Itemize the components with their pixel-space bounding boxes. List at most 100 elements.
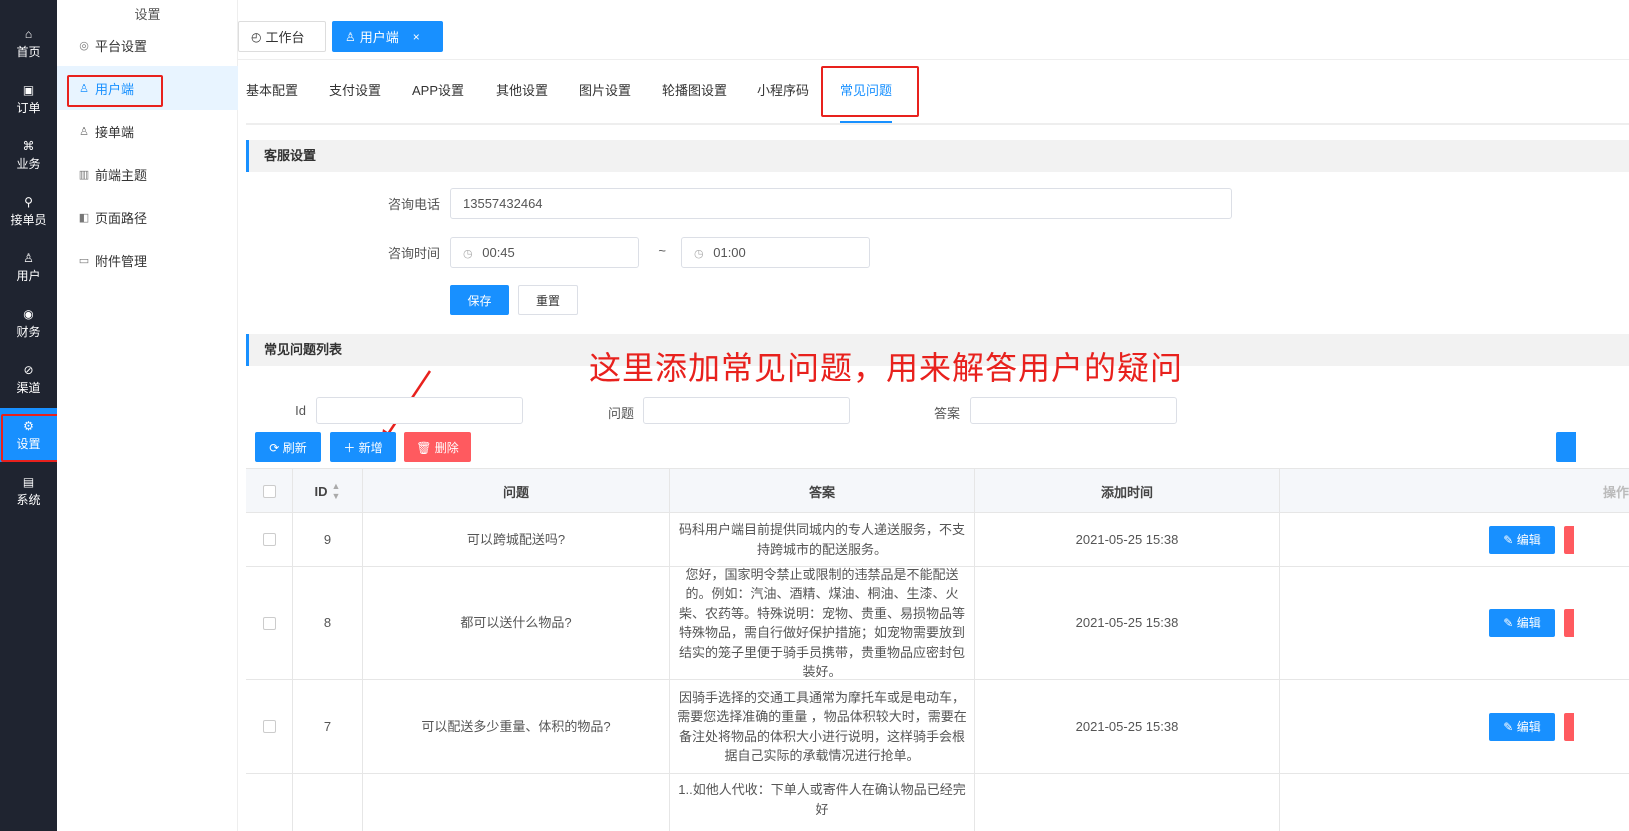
table-row: 8 都可以送什么物品? 您好，国家明令禁止或限制的违禁品是不能配送的。例如：汽油… (246, 567, 1629, 680)
tab-faq[interactable]: 常见问题 (840, 80, 893, 123)
business-icon: ⌘ (22, 138, 35, 153)
row-select-cell[interactable] (246, 567, 293, 679)
filter-question-input[interactable] (643, 397, 850, 424)
service-section-title: 客服设置 (246, 140, 1629, 172)
filter-id-input[interactable] (316, 397, 523, 424)
tab-image[interactable]: 图片设置 (579, 80, 631, 123)
cell-time: 2021-05-25 15:38 (975, 513, 1280, 566)
row-select-cell[interactable] (246, 680, 293, 773)
subnav-item-rider-client[interactable]: ♙ 接单端 (57, 109, 238, 153)
row-checkbox[interactable] (262, 533, 276, 546)
close-icon[interactable]: × (413, 30, 420, 44)
cell-id (293, 774, 363, 831)
nav-item-business[interactable]: ⌘ 业务 (0, 128, 57, 182)
sort-icon[interactable]: ▲ ▼ (332, 481, 341, 501)
home-icon: ⌂ (24, 26, 33, 41)
archive-icon: ▭ (78, 254, 90, 267)
edit-button[interactable]: ✎ 编辑 (1489, 526, 1555, 554)
edit-icon: ✎ (1503, 533, 1517, 547)
cell-answer: 因骑手选择的交通工具通常为摩托车或是电动车，需要您选择准确的重量 ，物品体积较大… (670, 680, 975, 773)
save-button[interactable]: 保存 (450, 285, 509, 315)
time-start-field[interactable]: ◷ 00:45 (450, 237, 639, 268)
column-header-ops: 操作 (1602, 484, 1629, 500)
refresh-icon: ⟳ (269, 441, 283, 455)
page-tabs-bar: ◴ 工作台 ♙ 用户端 × (238, 14, 1629, 60)
add-label: 新增 (358, 441, 383, 455)
dashboard-icon: ◴ (251, 29, 262, 44)
refresh-button[interactable]: ⟳ 刷新 (255, 432, 321, 462)
tab-label: 工作台 (265, 30, 305, 45)
nav-item-settings[interactable]: ⚙ 设置 (0, 408, 57, 462)
nav-item-users[interactable]: ♙ 用户 (0, 240, 57, 294)
gear-icon: ◎ (79, 39, 89, 52)
tab-workbench[interactable]: ◴ 工作台 (238, 21, 326, 52)
subnav-item-theme[interactable]: ▥ 前端主题 (57, 152, 238, 196)
user-icon: ♙ (23, 250, 34, 265)
edit-button[interactable]: ✎ 编辑 (1489, 609, 1555, 637)
table-row: 7 可以配送多少重量、体积的物品? 因骑手选择的交通工具通常为摩托车或是电动车，… (246, 680, 1629, 774)
cell-question: 可以配送多少重量、体积的物品? (363, 680, 670, 773)
tab-carousel[interactable]: 轮播图设置 (662, 80, 727, 123)
subnav-title: 设置 (134, 7, 161, 22)
column-header-id[interactable]: ID ▲ ▼ (293, 469, 363, 513)
nav-label: 财务 (16, 324, 41, 339)
reset-button[interactable]: 重置 (518, 285, 578, 315)
edit-icon: ✎ (1503, 616, 1517, 630)
row-select-cell[interactable] (246, 774, 293, 831)
tab-user-client[interactable]: ♙ 用户端 × (332, 21, 443, 52)
edit-label: 编辑 (1516, 720, 1541, 734)
trash-icon: 🗑 (416, 441, 435, 455)
settings-tabs: 基本配置 支付设置 APP设置 其他设置 图片设置 轮播图设置 小程序码 常见问… (246, 80, 1629, 125)
nav-item-finance[interactable]: ◉ 财务 (0, 296, 57, 350)
subnav-item-attachments[interactable]: ▭ 附件管理 (57, 238, 238, 282)
nav-label: 渠道 (16, 380, 41, 395)
select-all-checkbox[interactable] (262, 484, 276, 498)
nav-label: 订单 (16, 100, 41, 115)
cell-question (363, 774, 670, 831)
subnav-item-platform[interactable]: ◎ 平台设置 (57, 23, 238, 67)
tab-app[interactable]: APP设置 (412, 80, 464, 123)
time-end-field[interactable]: ◷ 01:00 (681, 237, 870, 268)
row-delete-button[interactable] (1564, 609, 1574, 637)
row-delete-button[interactable] (1564, 713, 1574, 741)
row-checkbox[interactable] (262, 616, 276, 630)
cell-answer: 您好，国家明令禁止或限制的违禁品是不能配送的。例如：汽油、酒精、煤油、桐油、生漆… (670, 567, 975, 679)
nav-item-system[interactable]: ▤ 系统 (0, 464, 57, 518)
nav-item-riders[interactable]: ⚲ 接单员 (0, 184, 57, 238)
cell-time (975, 774, 1280, 831)
select-all-cell[interactable] (246, 469, 293, 513)
phone-value: 13557432464 (463, 196, 543, 211)
subnav-item-user-client[interactable]: ♙ 用户端 (57, 66, 238, 110)
subnav-label: 接单端 (95, 124, 135, 140)
nav-item-channels[interactable]: ⊘ 渠道 (0, 352, 57, 406)
table-row: 9 可以跨城配送吗? 码科用户端目前提供同城内的专人递送服务，不支持跨城市的配送… (246, 513, 1629, 567)
toolbar-right-button[interactable] (1556, 432, 1576, 462)
row-checkbox[interactable] (262, 720, 276, 733)
time-label: 咨询时间 (387, 246, 440, 261)
filter-answer-input[interactable] (970, 397, 1177, 424)
tab-basic-config[interactable]: 基本配置 (246, 80, 298, 123)
subnav-item-page-path[interactable]: ◧ 页面路径 (57, 195, 238, 239)
annotation-text: 这里添加常见问题，用来解答用户的疑问 (589, 350, 1184, 386)
main-content: 基本配置 支付设置 APP设置 其他设置 图片设置 轮播图设置 小程序码 常见问… (238, 60, 1629, 831)
order-icon: ▣ (22, 82, 35, 97)
faq-table: ID ▲ ▼ 问题 答案 添加时间 操作 9 可以跨城配送吗? 码科用户端目前提供同… (246, 468, 1629, 831)
phone-field[interactable]: 13557432464 (450, 188, 1232, 219)
tab-mini-program-code[interactable]: 小程序码 (757, 80, 809, 123)
delete-button[interactable]: 🗑 删除 (404, 432, 471, 462)
tab-payment[interactable]: 支付设置 (329, 80, 381, 123)
tab-other[interactable]: 其他设置 (496, 80, 548, 123)
edit-button[interactable]: ✎ 编辑 (1489, 713, 1555, 741)
nav-item-home[interactable]: ⌂ 首页 (0, 16, 57, 70)
row-select-cell[interactable] (246, 513, 293, 566)
book-icon: ▥ (78, 168, 90, 181)
nav-label: 首页 (16, 44, 41, 59)
column-header-answer: 答案 (670, 469, 975, 513)
edit-label: 编辑 (1516, 616, 1541, 630)
system-icon: ▤ (22, 474, 35, 489)
nav-item-orders[interactable]: ▣ 订单 (0, 72, 57, 126)
time-start-value: 00:45 (482, 245, 515, 260)
add-button[interactable]: ＋ 新增 (330, 432, 396, 462)
row-delete-button[interactable] (1564, 526, 1574, 554)
finance-icon: ◉ (23, 306, 34, 321)
